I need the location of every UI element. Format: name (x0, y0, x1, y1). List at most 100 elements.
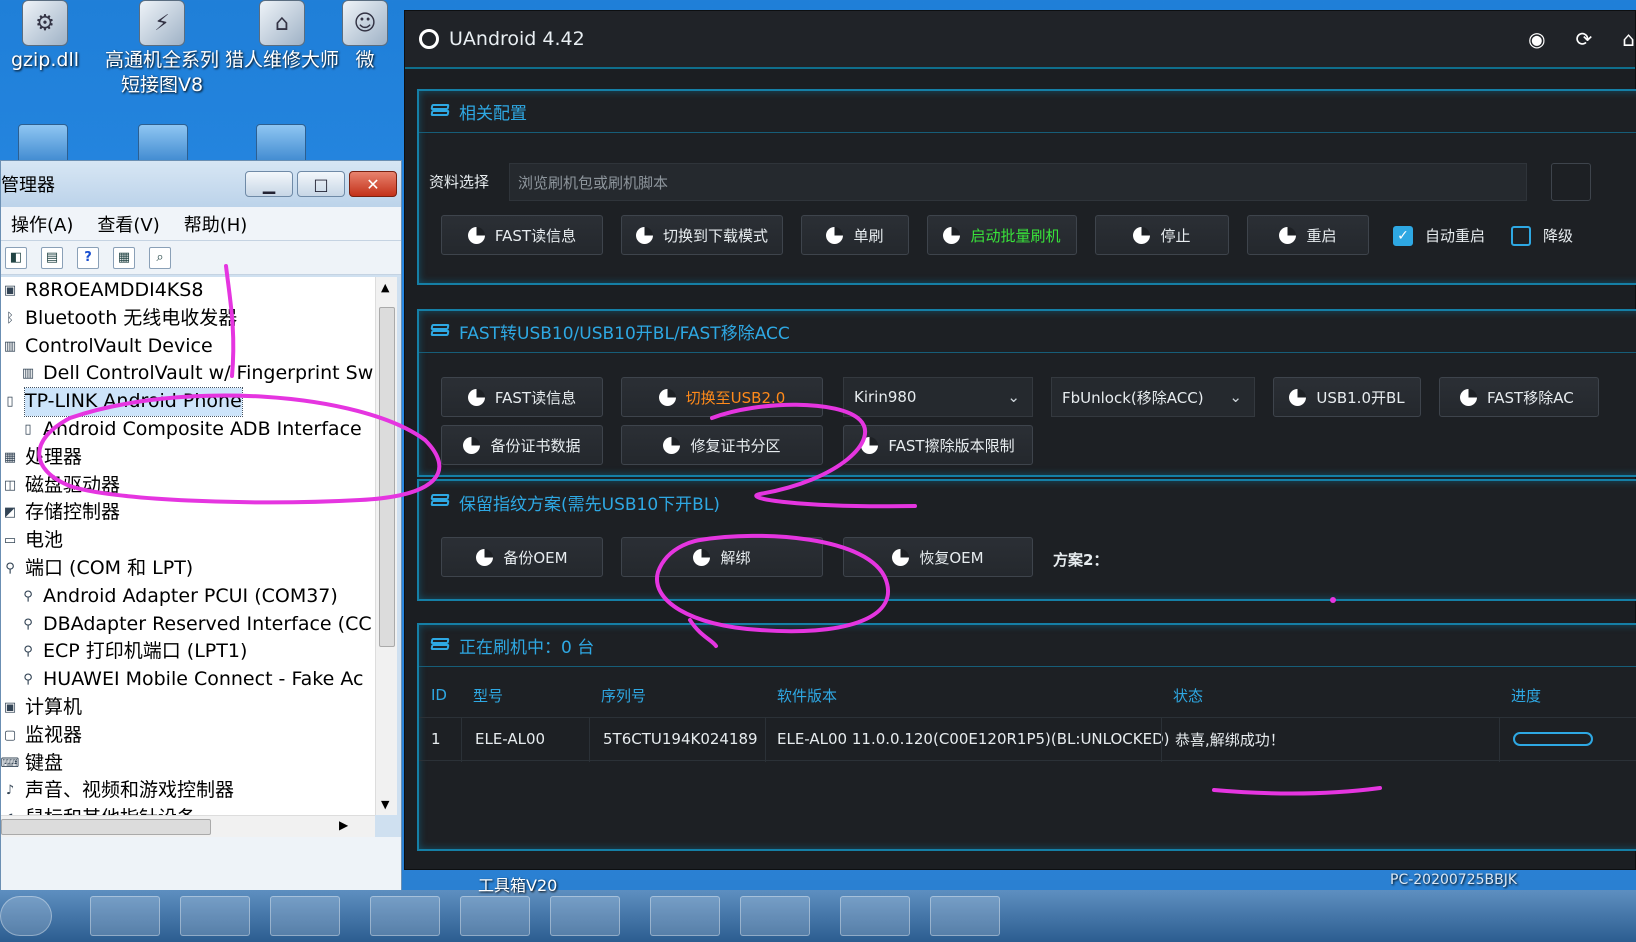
tree-item[interactable]: ▣ 计算机 (1, 694, 375, 722)
tree-item[interactable]: ◩ 存储控制器 (1, 499, 375, 527)
tree-item[interactable]: ▢ 监视器 (1, 722, 375, 750)
button-label: 重启 (1306, 226, 1337, 245)
column-header[interactable]: ID (431, 686, 447, 704)
help-icon[interactable]: ? (77, 246, 99, 269)
tree-item[interactable]: ⚲ HUAWEI Mobile Connect - Fake Ac (1, 666, 375, 694)
menu-view[interactable]: 查看(V) (97, 211, 159, 237)
column-header[interactable]: 进度 (1511, 685, 1541, 706)
taskbar-item[interactable] (180, 896, 250, 936)
chevron-down-icon: ⌄ (1229, 388, 1242, 406)
cell-model: ELE-AL00 (475, 730, 546, 748)
desktop-icon-gzip[interactable]: ⚙ gzip.dll (0, 0, 105, 73)
usb10-unlock-bl-button[interactable]: USB1.0开BL (1273, 377, 1421, 417)
minimize-button[interactable]: ▁ (245, 171, 293, 197)
tree-item[interactable]: ▥ Dell ControlVault w/ Fingerprint Sw (1, 360, 375, 388)
backup-cert-button[interactable]: 备份证书数据 (441, 425, 603, 465)
menu-action[interactable]: 操作(A) (11, 211, 73, 237)
fast-remove-acc-button[interactable]: FAST移除AC (1439, 377, 1599, 417)
tree-item[interactable]: ◖鼠标和其他指针设备 (1, 805, 375, 815)
chip-select[interactable]: Kirin980 ⌄ (843, 377, 1033, 417)
fast-usb-panel: FAST转USB10/USB10开BL/FAST移除ACC FAST读信息 切换… (417, 309, 1636, 477)
column-header[interactable]: 软件版本 (777, 685, 837, 706)
browse-button[interactable] (1551, 163, 1591, 201)
taskbar-item[interactable] (550, 896, 620, 936)
taskbar-item[interactable] (930, 896, 1000, 936)
scroll-down-icon[interactable]: ▼ (381, 798, 389, 811)
single-flash-button[interactable]: 单刷 (801, 215, 909, 255)
menu-help[interactable]: 帮助(H) (184, 211, 248, 237)
tree-item[interactable]: ▦ 处理器 (1, 444, 375, 472)
column-header[interactable]: 状态 (1173, 685, 1203, 706)
column-header[interactable]: 序列号 (601, 685, 646, 706)
taskbar-item[interactable] (650, 896, 720, 936)
close-button[interactable]: ✕ (349, 171, 397, 197)
backup-oem-button[interactable]: 备份OEM (441, 537, 603, 577)
button-label: 切换至USB2.0 (685, 388, 786, 407)
downgrade-checkbox[interactable]: 降级 (1511, 225, 1573, 246)
horizontal-scrollbar[interactable]: ▶ (1, 815, 375, 837)
properties-icon[interactable]: ▤ (41, 246, 63, 269)
start-button[interactable] (0, 896, 52, 936)
tree-item[interactable]: ▣ R8ROEAMDDI4KS8 (1, 277, 375, 305)
scrollbar-thumb[interactable] (379, 307, 395, 647)
folder-icon[interactable] (256, 124, 306, 164)
desktop-icon-shortcut-map[interactable]: ⚡ 高通机全系列短接图V8 (102, 0, 222, 98)
taskbar-item[interactable] (90, 896, 160, 936)
tree-item-label: 声音、视频和游戏控制器 (25, 779, 235, 802)
maximize-button[interactable]: □ (297, 171, 345, 197)
tree-item[interactable]: ▯ Android Composite ADB Interface (1, 416, 375, 444)
folder-icon[interactable] (18, 124, 68, 164)
tree-item[interactable]: ᛒ Bluetooth 无线电收发器 (1, 305, 375, 333)
back-icon[interactable]: ◧ (5, 246, 27, 269)
taskbar-item[interactable] (840, 896, 910, 936)
tree-item[interactable]: ⌨ 键盘 (1, 750, 375, 778)
reboot-button[interactable]: 重启 (1247, 215, 1369, 255)
column-header[interactable]: 型号 (473, 685, 503, 706)
tree-item[interactable]: ▥ ControlVault Device (1, 333, 375, 361)
tree-item[interactable]: ♪ 声音、视频和游戏控制器 (1, 777, 375, 805)
unbind-button[interactable]: 解绑 (621, 537, 823, 577)
fast-read-info-button[interactable]: FAST读信息 (441, 377, 603, 417)
fast-erase-version-limit-button[interactable]: FAST擦除版本限制 (843, 425, 1033, 465)
scrollbar-thumb[interactable] (1, 819, 211, 835)
download-mode-button[interactable]: 切换到下载模式 (621, 215, 783, 255)
batch-flash-button[interactable]: 启动批量刷机 (927, 215, 1077, 255)
tree-item[interactable]: ◫ 磁盘驱动器 (1, 472, 375, 500)
tree-item[interactable]: ⚲ Android Adapter PCUI (COM37) (1, 583, 375, 611)
unlock-mode-select[interactable]: FbUnlock(移除ACC) ⌄ (1051, 377, 1255, 417)
panel-title: 正在刷机中：0 台 (459, 638, 595, 658)
taskbar-item[interactable] (370, 896, 440, 936)
vertical-scrollbar[interactable]: ▲ ▼ (375, 277, 397, 815)
restore-oem-button[interactable]: 恢复OEM (843, 537, 1033, 577)
globe-icon[interactable]: ◉ (1528, 27, 1545, 51)
repair-cert-partition-button[interactable]: 修复证书分区 (621, 425, 823, 465)
tree-item[interactable]: ▯ TP-LINK Android Phone (1, 387, 375, 417)
port-icon: ⚲ (23, 616, 33, 632)
tree-item[interactable]: ⚲ ECP 打印机端口 (LPT1) (1, 638, 375, 666)
tree-item-label: HUAWEI Mobile Connect - Fake Ac (43, 668, 364, 691)
tree-item[interactable]: ⚲ DBAdapter Reserved Interface (CC (1, 611, 375, 639)
tree-item[interactable]: ▭ 电池 (1, 527, 375, 555)
port-icon: ⚲ (5, 560, 15, 576)
scroll-up-icon[interactable]: ▲ (381, 281, 389, 294)
tree-item[interactable]: ⚲ 端口 (COM 和 LPT) (1, 555, 375, 583)
device-manager-window: 管理器 ▁ □ ✕ 操作(A) 查看(V) 帮助(H) ◧ ▤ ? ▦ ⌕ ▣ R… (0, 160, 402, 921)
scan-hardware-icon[interactable]: ⌕ (149, 246, 171, 269)
taskbar-item[interactable] (270, 896, 340, 936)
taskbar-item[interactable] (740, 896, 810, 936)
fast-read-info-button[interactable]: FAST读信息 (441, 215, 603, 255)
stop-button[interactable]: 停止 (1095, 215, 1229, 255)
file-path-input[interactable]: 浏览刷机包或刷机脚本 (509, 163, 1527, 201)
view-icon[interactable]: ▦ (113, 246, 135, 269)
refresh-icon[interactable]: ⟳ (1576, 27, 1593, 51)
auto-reboot-checkbox[interactable]: ✓ 自动重启 (1393, 225, 1485, 246)
desktop-icon-wechat[interactable]: ☺ 微 (330, 0, 400, 73)
table-row[interactable]: 1 ELE-AL00 5T6CTU194K024189 ELE-AL00 11.… (419, 717, 1636, 762)
scroll-right-icon[interactable]: ▶ (339, 818, 348, 832)
taskbar-item[interactable] (460, 896, 530, 936)
switch-usb2-button[interactable]: 切换至USB2.0 (621, 377, 823, 417)
desktop-icon-hunter-repair[interactable]: ⌂ 猎人维修大师 (222, 0, 342, 73)
home-icon[interactable]: ⌂ (1622, 27, 1635, 51)
folder-icon[interactable] (138, 124, 188, 164)
pie-icon (467, 226, 485, 244)
